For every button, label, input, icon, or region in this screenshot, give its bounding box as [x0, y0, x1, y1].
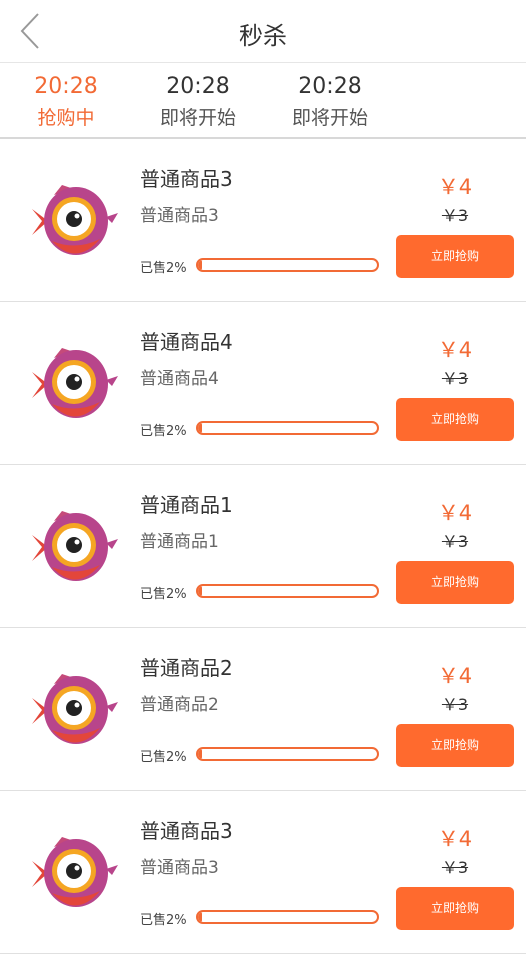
sold-progress-bar	[196, 910, 379, 924]
buy-now-button[interactable]: 立即抢购	[396, 887, 514, 930]
sold-percent-label: 已售2%	[140, 424, 187, 439]
sold-percent-label: 已售2%	[140, 750, 187, 765]
product-subtitle: 普通商品4	[140, 369, 219, 389]
product-name: 普通商品3	[140, 167, 233, 191]
sold-percent-label: 已售2%	[140, 587, 187, 602]
original-price: ￥3	[441, 532, 469, 551]
product-subtitle: 普通商品2	[140, 695, 219, 715]
product-name: 普通商品2	[140, 656, 233, 680]
sold-progress-bar	[196, 584, 379, 598]
page-title: 秒杀	[239, 22, 287, 50]
sale-price: ￥4	[437, 501, 473, 525]
original-price: ￥3	[441, 695, 469, 714]
original-price: ￥3	[441, 206, 469, 225]
buy-now-button[interactable]: 立即抢购	[396, 398, 514, 441]
sold-percent-label: 已售2%	[140, 261, 187, 276]
sold-progress-bar	[196, 258, 379, 272]
product-name: 普通商品4	[140, 330, 233, 354]
sold-progress-fill	[198, 749, 202, 759]
tab-status: 抢购中	[37, 107, 95, 129]
tab-time: 20:28	[298, 74, 362, 99]
sale-price: ￥4	[437, 338, 473, 362]
top-bar: 秒杀	[0, 0, 526, 63]
time-slot-tabs: 20:28 抢购中 20:28 即将开始 20:28 即将开始	[0, 63, 526, 139]
sold-progress-fill	[198, 912, 202, 922]
tab-slot-2[interactable]: 20:28 即将开始	[148, 73, 248, 131]
sold-progress-bar	[196, 421, 379, 435]
buy-now-button[interactable]: 立即抢购	[396, 724, 514, 767]
product-item[interactable]: 普通商品3 普通商品3 已售2% ￥4 ￥3 立即抢购	[0, 139, 526, 302]
tab-slot-1[interactable]: 20:28 抢购中	[16, 73, 116, 131]
fish-mascot-icon	[32, 348, 118, 418]
buy-now-button[interactable]: 立即抢购	[396, 235, 514, 278]
product-item[interactable]: 普通商品2 普通商品2 已售2% ￥4 ￥3 立即抢购	[0, 628, 526, 791]
sale-price: ￥4	[437, 827, 473, 851]
fish-mascot-icon	[32, 837, 118, 907]
product-item[interactable]: 普通商品3 普通商品3 已售2% ￥4 ￥3 立即抢购	[0, 791, 526, 954]
product-name: 普通商品3	[140, 819, 233, 843]
product-subtitle: 普通商品3	[140, 206, 219, 226]
product-name: 普通商品1	[140, 493, 233, 517]
tab-status: 即将开始	[291, 107, 368, 129]
fish-mascot-icon	[32, 511, 118, 581]
original-price: ￥3	[441, 858, 469, 877]
sold-progress-bar	[196, 747, 379, 761]
sold-progress-fill	[198, 586, 202, 596]
product-item[interactable]: 普通商品1 普通商品1 已售2% ￥4 ￥3 立即抢购	[0, 465, 526, 628]
tab-time: 20:28	[166, 74, 230, 99]
tab-time: 20:28	[34, 74, 98, 99]
product-list: 普通商品3 普通商品3 已售2% ￥4 ￥3 立即抢购 普通商品4 普通商品4 …	[0, 139, 526, 954]
tab-slot-3[interactable]: 20:28 即将开始	[280, 73, 380, 131]
sold-progress-fill	[198, 423, 202, 433]
sale-price: ￥4	[437, 664, 473, 688]
fish-mascot-icon	[32, 674, 118, 744]
sale-price: ￥4	[437, 175, 473, 199]
product-subtitle: 普通商品3	[140, 858, 219, 878]
sold-percent-label: 已售2%	[140, 913, 187, 928]
sold-progress-fill	[198, 260, 202, 270]
tab-status: 即将开始	[159, 107, 236, 129]
buy-now-button[interactable]: 立即抢购	[396, 561, 514, 604]
original-price: ￥3	[441, 369, 469, 388]
fish-mascot-icon	[32, 185, 118, 255]
product-subtitle: 普通商品1	[140, 532, 219, 552]
product-item[interactable]: 普通商品4 普通商品4 已售2% ￥4 ￥3 立即抢购	[0, 302, 526, 465]
